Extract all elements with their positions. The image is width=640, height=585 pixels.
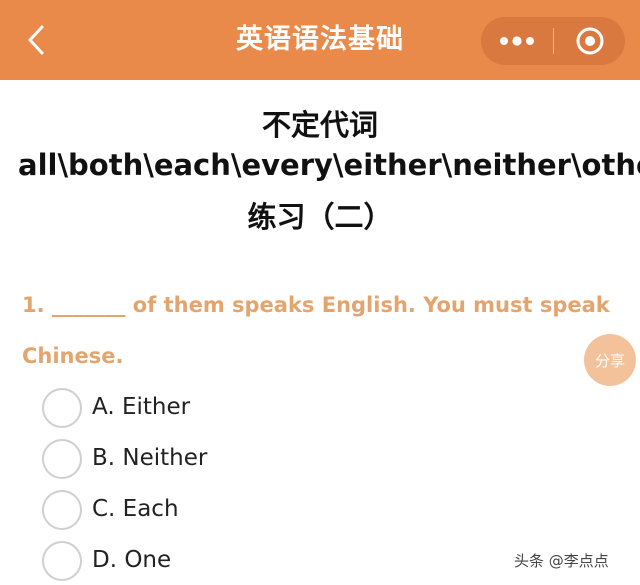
more-button[interactable] [481,17,553,65]
radio-circle-icon[interactable] [42,541,82,581]
option-c[interactable]: C. Each [42,490,342,532]
article-title-line-1: 不定代词 [261,108,378,142]
article-title-line-3: 练习（二） [247,200,393,234]
radio-circle-icon[interactable] [42,439,82,479]
top-navigation-bar: 英语语法基础 [0,0,640,80]
watermark: 头条 @李点点 [514,552,609,570]
question-text: 1. _______ of them speaks English. You m… [22,293,610,368]
article-content: 不定代词 all\both\each\every\either\neither\… [0,80,640,585]
mini-program-capsule [481,17,625,65]
more-dots-icon [500,36,534,46]
option-d[interactable]: D. One [42,541,342,583]
option-label: C. Each [92,496,179,522]
option-label: B. Neither [92,445,208,471]
radio-circle-icon[interactable] [42,388,82,428]
option-label: A. Either [92,394,191,420]
close-button[interactable] [554,17,625,65]
article-title-line-2: all\both\each\every\either\neither\other… [18,148,640,182]
share-button[interactable]: 分享 [584,334,636,386]
option-label: D. One [92,547,172,573]
option-b[interactable]: B. Neither [42,439,342,481]
radio-circle-icon[interactable] [42,490,82,530]
target-close-icon [576,27,603,55]
option-a[interactable]: A. Either [42,388,342,430]
